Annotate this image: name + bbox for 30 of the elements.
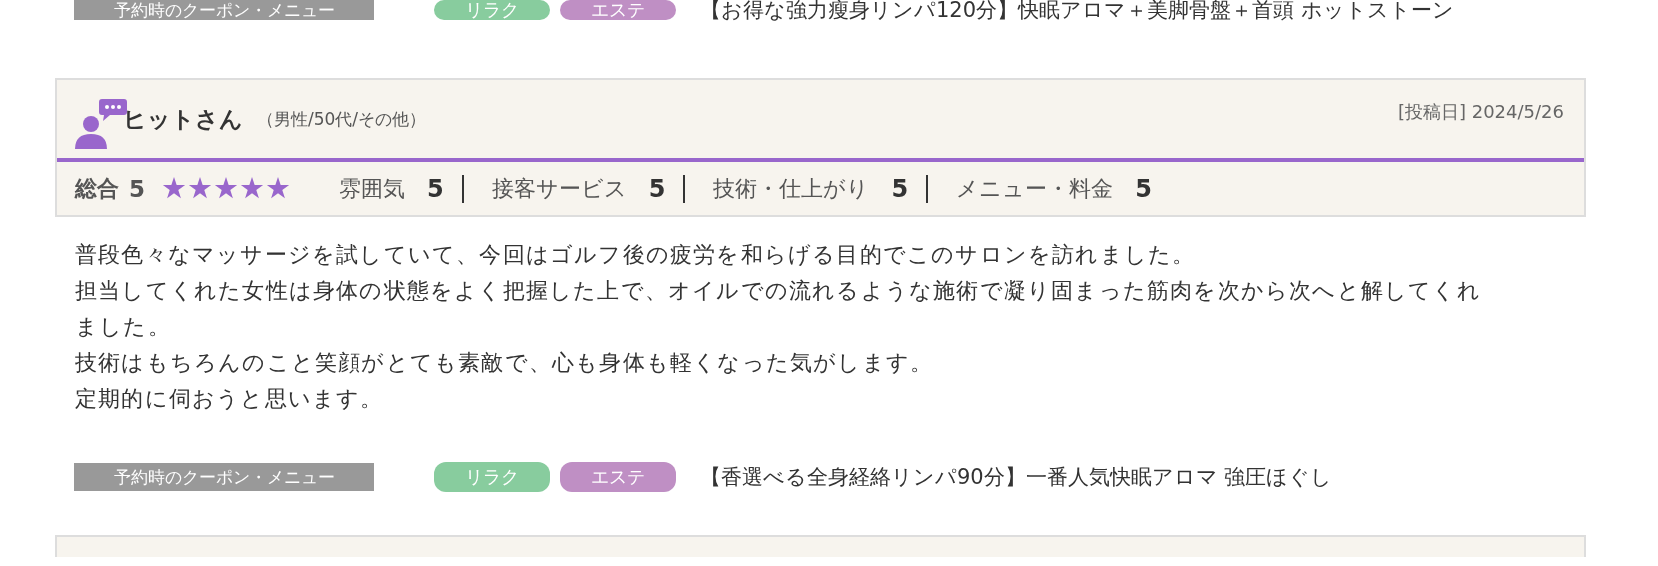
menu-name: 【香選べる全身経絡リンパ90分】一番人気快眠アロマ 強圧ほぐし (700, 464, 1333, 491)
reviewer-icon (75, 97, 127, 149)
star-icon: ★ (265, 174, 291, 203)
category-tag: エステ (560, 0, 676, 20)
star-icon: ★ (239, 174, 265, 203)
post-date: [投稿日] 2024/5/26 (1397, 100, 1564, 124)
rating-label: 技術・仕上がり (713, 174, 870, 203)
category-tag: エステ (560, 462, 676, 492)
rating-label: 接客サービス (491, 174, 627, 203)
reviewer-name: ヒットさん (123, 104, 243, 134)
rating-score: 5 (1135, 174, 1152, 203)
star-icon: ★ (213, 174, 239, 203)
coupon-label: 予約時のクーポン・メニュー (74, 0, 374, 20)
rating-label: 雰囲気 (339, 174, 405, 203)
review-text: 普段色々なマッサージを試していて、今回はゴルフ後の疲労を和らげる目的でこのサロンを訪れました。 (75, 241, 1197, 269)
reviewer-profile: （男性/50代/その他） (257, 107, 427, 131)
star-icon: ★ (161, 174, 187, 203)
overall-score: 5 (129, 175, 145, 202)
rating-label: メニュー・料金 (956, 174, 1114, 203)
review-text: 定期的に伺おうと思います。 (75, 385, 385, 413)
rating-score: 5 (891, 174, 909, 203)
coupon-label: 予約時のクーポン・メニュー (74, 463, 374, 491)
overall-label: 総合 (75, 174, 119, 203)
category-tag: リラク (434, 462, 550, 492)
category-tag: リラク (434, 0, 550, 20)
rating-score: 5 (427, 174, 444, 203)
rating-score: 5 (648, 174, 666, 203)
review-text: 技術はもちろんのこと笑顔がとても素敵で、心も身体も軽くなった気がします。 (75, 349, 935, 377)
review-text: 担当してくれた女性は身体の状態をよく把握した上で、オイルでの流れるような施術で凝り固まった筋肉を次から次へと解してくれました。 (75, 277, 1482, 341)
star-icon: ★ (187, 174, 213, 203)
